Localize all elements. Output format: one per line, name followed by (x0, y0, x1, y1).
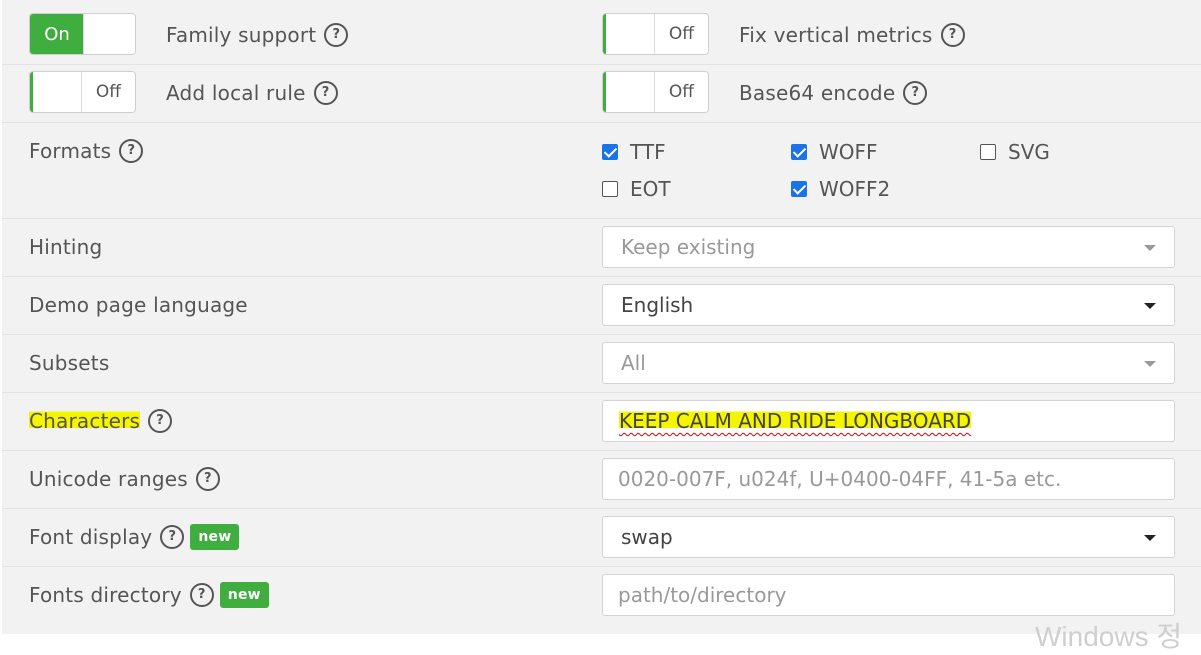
help-icon[interactable]: ? (148, 408, 173, 433)
fix-vertical-metrics-toggle[interactable]: Off (602, 13, 709, 55)
chevron-down-icon (1144, 245, 1156, 251)
new-badge: new (219, 581, 269, 608)
fix-vertical-metrics-label: Fix vertical metrics? (739, 22, 965, 49)
font-display-label: Font display? new (29, 523, 240, 552)
add-local-rule-toggle[interactable]: Off (29, 71, 136, 113)
toggle-knob (603, 14, 655, 54)
checkbox-icon[interactable] (602, 180, 618, 197)
format-ttf-checkbox[interactable]: TTF (602, 140, 666, 164)
toggle-off-state: Off (668, 82, 694, 102)
help-icon[interactable]: ? (313, 80, 338, 105)
format-woff-checkbox[interactable]: WOFF (791, 140, 878, 164)
format-eot-checkbox[interactable]: EOT (602, 177, 671, 201)
base64-encode-toggle[interactable]: Off (602, 71, 709, 113)
new-badge: new (190, 523, 240, 550)
hinting-label: Hinting (29, 235, 103, 259)
help-icon[interactable]: ? (324, 22, 349, 47)
font-display-select[interactable]: swap (602, 516, 1175, 558)
help-icon[interactable]: ? (940, 22, 965, 47)
row-divider (2, 566, 1201, 567)
row-divider (2, 450, 1201, 451)
row-divider (2, 64, 1201, 65)
toggle-on-state: On (30, 14, 84, 54)
unicode-ranges-input[interactable]: 0020-007F, u024f, U+0400-04FF, 41-5a etc… (602, 458, 1175, 500)
row-divider (2, 122, 1201, 123)
chevron-down-icon (1144, 361, 1156, 367)
fonts-directory-label: Fonts directory? new (29, 581, 269, 610)
demo-page-language-select[interactable]: English (602, 284, 1175, 326)
help-icon[interactable]: ? (119, 138, 144, 163)
family-support-toggle[interactable]: On (29, 13, 136, 55)
checkbox-icon[interactable] (980, 143, 996, 160)
family-support-label: Family support? (166, 22, 349, 49)
base64-encode-label: Base64 encode? (739, 80, 928, 107)
chevron-down-icon (1144, 303, 1156, 309)
subsets-select[interactable]: All (602, 342, 1175, 384)
add-local-rule-label: Add local rule? (166, 80, 338, 107)
demo-page-language-label: Demo page language (29, 293, 248, 317)
format-woff2-checkbox[interactable]: WOFF2 (791, 177, 890, 201)
formats-label: Formats? (29, 138, 144, 165)
row-divider (2, 218, 1201, 219)
subsets-label: Subsets (29, 351, 110, 375)
row-divider (2, 392, 1201, 393)
characters-input[interactable]: KEEP CALM AND RIDE LONGBOARD (602, 400, 1175, 442)
help-icon[interactable]: ? (189, 582, 214, 607)
help-icon[interactable]: ? (160, 524, 185, 549)
help-icon[interactable]: ? (195, 466, 220, 491)
fonts-directory-input[interactable]: path/to/directory (602, 574, 1175, 616)
characters-label: Characters? (29, 408, 173, 435)
row-divider (2, 508, 1201, 509)
chevron-down-icon (1144, 535, 1156, 541)
help-icon[interactable]: ? (903, 80, 928, 105)
format-svg-checkbox[interactable]: SVG (980, 140, 1050, 164)
checkbox-checked-icon[interactable] (791, 143, 807, 160)
checkbox-checked-icon[interactable] (602, 143, 618, 160)
row-divider (2, 334, 1201, 335)
row-divider (2, 276, 1201, 277)
toggle-off-state: Off (668, 24, 694, 44)
toggle-off-state: Off (95, 82, 121, 102)
toggle-knob (83, 14, 135, 54)
checkbox-checked-icon[interactable] (791, 180, 807, 197)
windows-activation-watermark: Windows 정 (1035, 621, 1183, 652)
toggle-knob (30, 72, 82, 112)
unicode-ranges-label: Unicode ranges? (29, 466, 220, 493)
hinting-select[interactable]: Keep existing (602, 226, 1175, 268)
toggle-knob (603, 72, 655, 112)
